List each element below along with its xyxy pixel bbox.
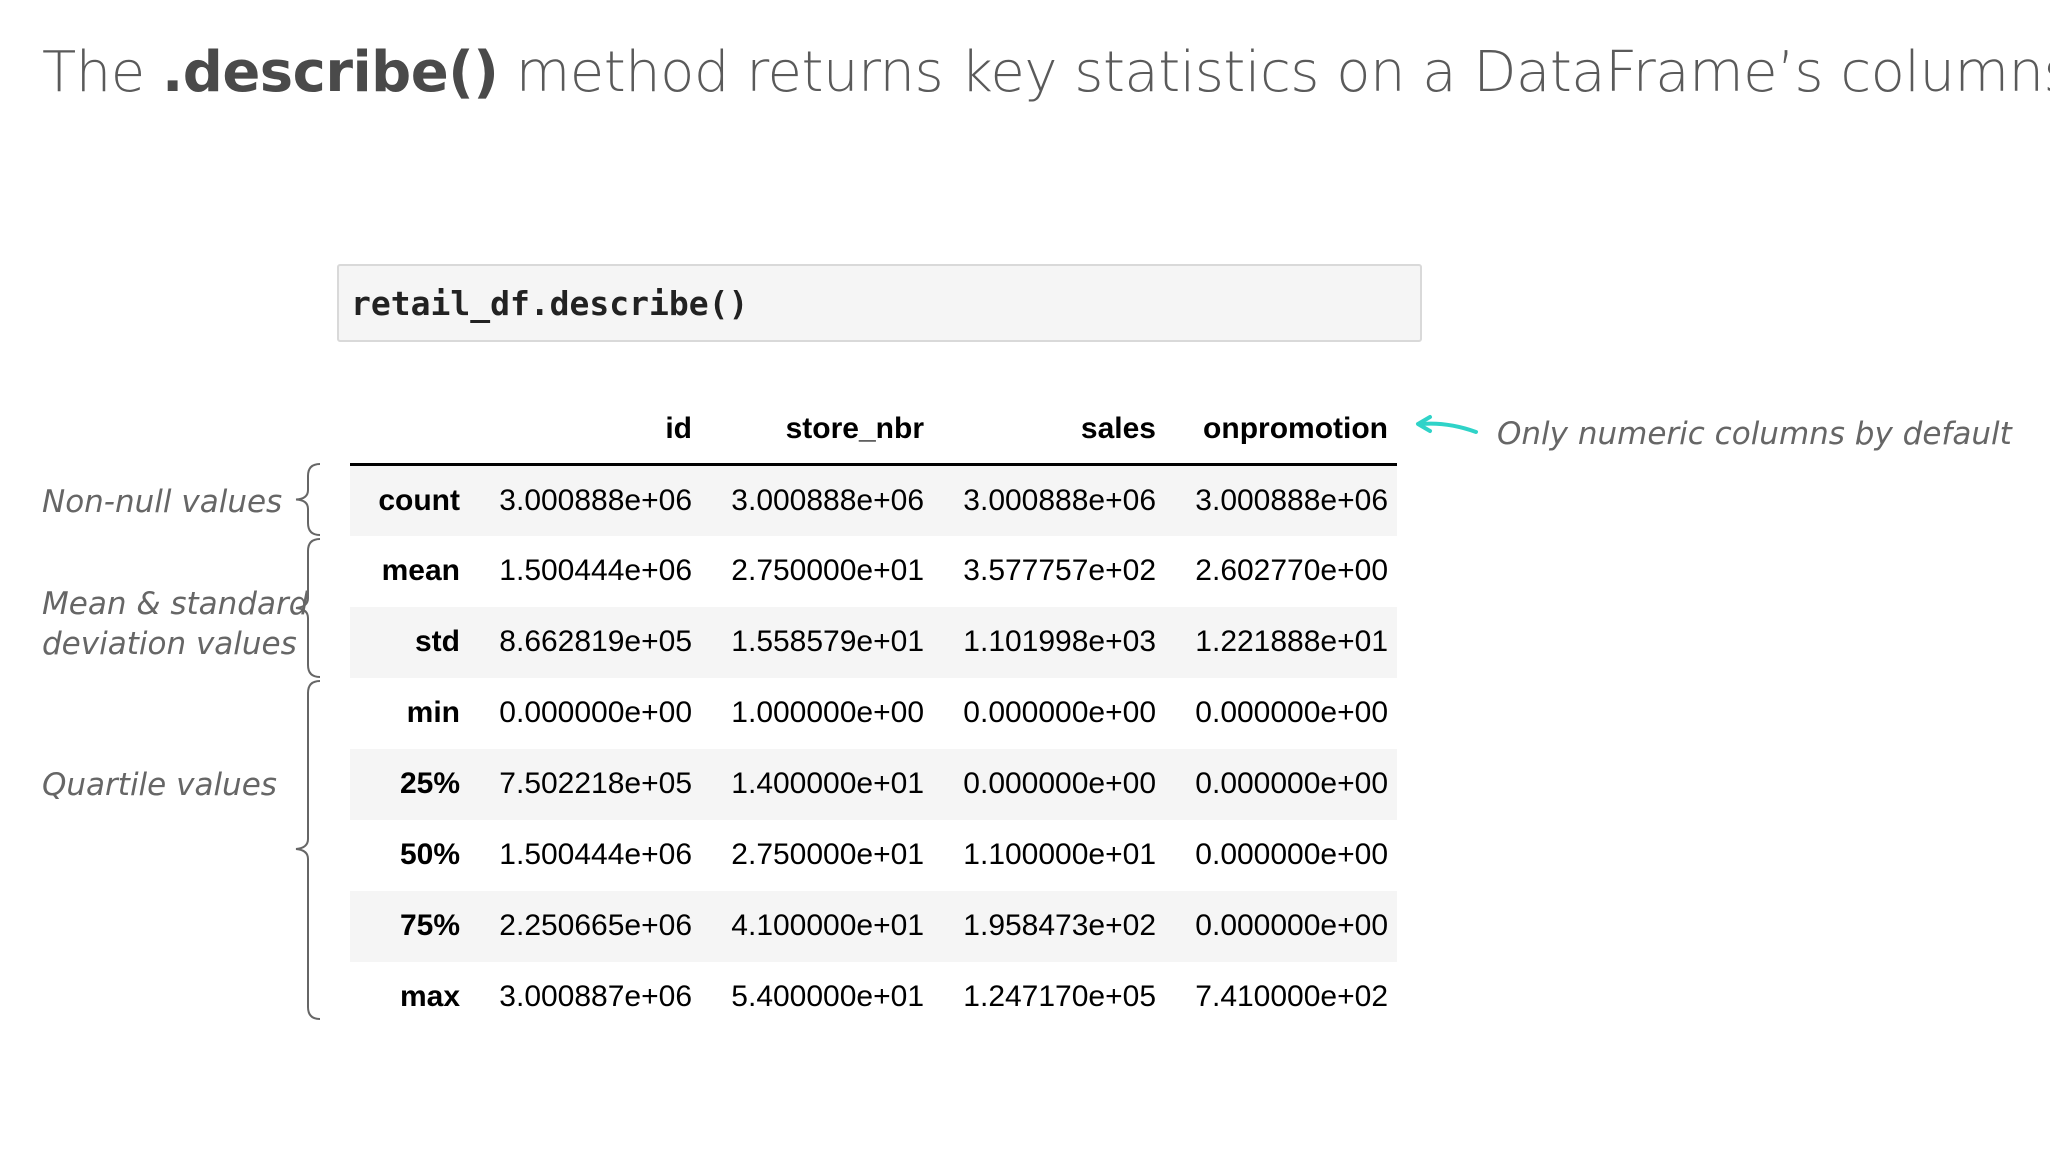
table-cell: 7.410000e+02 — [1195, 980, 1388, 1013]
table-cell: 3.000888e+06 — [1195, 483, 1388, 517]
table-row: std 8.662819e+05 1.558579e+01 1.101998e+… — [350, 606, 1397, 678]
brace-non-null — [295, 463, 321, 536]
table-cell: 3.577757e+02 — [963, 554, 1156, 587]
row-label: std — [415, 625, 460, 658]
arrow-icon — [1416, 415, 1478, 434]
table-cell: 2.602770e+00 — [1195, 554, 1388, 587]
table-row: min 0.000000e+00 1.000000e+00 0.000000e+… — [350, 678, 1397, 749]
table-cell: 3.000888e+06 — [499, 483, 692, 517]
table-cell: 0.000000e+00 — [499, 696, 692, 729]
table-cell: 3.000887e+06 — [499, 980, 692, 1013]
table-cell: 3.000888e+06 — [963, 483, 1156, 517]
table-cell: 1.000000e+00 — [731, 696, 924, 729]
table-cell: 0.000000e+00 — [1195, 909, 1388, 942]
row-label: count — [378, 483, 460, 517]
row-label: 75% — [399, 909, 460, 942]
code-text: retail_df.describe() — [351, 284, 749, 323]
brace-quartile — [295, 680, 321, 1020]
table-cell: 1.221888e+01 — [1195, 625, 1388, 658]
table-cell: 3.000888e+06 — [731, 483, 924, 517]
describe-output-table: id store_nbr sales onpromotion count 3.0… — [350, 395, 1397, 1033]
row-label: 25% — [399, 767, 460, 800]
table-cell: 0.000000e+00 — [963, 767, 1156, 800]
table-cell: 2.250665e+06 — [499, 909, 692, 942]
table-cell: 1.247170e+05 — [963, 980, 1156, 1013]
table-cell: 4.100000e+01 — [731, 909, 924, 942]
table-cell: 0.000000e+00 — [1195, 838, 1388, 871]
table-row: 25% 7.502218e+05 1.400000e+01 0.000000e+… — [350, 748, 1397, 820]
table-header-row: id store_nbr sales onpromotion — [350, 395, 1397, 466]
annotation-quartile: Quartile values — [42, 767, 277, 803]
row-label: min — [406, 696, 460, 729]
table-cell: 1.500444e+06 — [499, 554, 692, 587]
table-header-sales: sales — [933, 395, 1165, 466]
table-cell: 5.400000e+01 — [731, 980, 924, 1013]
code-cell: retail_df.describe() — [337, 264, 1422, 342]
table-cell: 0.000000e+00 — [963, 696, 1156, 729]
title-method: .describe() — [161, 40, 499, 105]
table-cell: 1.101998e+03 — [963, 625, 1156, 658]
table-cell: 0.000000e+00 — [1195, 696, 1388, 729]
table-row: 75% 2.250665e+06 4.100000e+01 1.958473e+… — [350, 890, 1397, 962]
table-cell: 1.100000e+01 — [963, 838, 1156, 871]
slide-title: The .describe() method returns key stati… — [42, 40, 2050, 105]
annotation-mean-std: Mean & standard deviation values — [42, 584, 308, 664]
table-header-onpromotion: onpromotion — [1165, 395, 1397, 466]
title-suffix: method returns key statistics on a DataF… — [498, 40, 2050, 105]
table-cell: 7.502218e+05 — [499, 767, 692, 800]
title-prefix: The — [42, 40, 162, 105]
table-cell: 8.662819e+05 — [499, 625, 692, 658]
table-row: max 3.000887e+06 5.400000e+01 1.247170e+… — [350, 962, 1397, 1033]
row-label: mean — [381, 554, 460, 587]
table-cell: 2.750000e+01 — [731, 554, 924, 587]
table-header-store-nbr: store_nbr — [701, 395, 933, 466]
table-cell: 1.958473e+02 — [963, 909, 1156, 942]
table-header-id: id — [469, 395, 701, 466]
row-label: max — [399, 980, 460, 1013]
annotation-non-null: Non-null values — [42, 484, 283, 520]
table-row: mean 1.500444e+06 2.750000e+01 3.577757e… — [350, 536, 1397, 607]
annotation-mean-std-line1: Mean & standard — [42, 586, 309, 622]
annotation-numeric-note: Only numeric columns by default — [1497, 416, 2012, 452]
table-row: 50% 1.500444e+06 2.750000e+01 1.100000e+… — [350, 820, 1397, 891]
brace-mean-std — [295, 538, 321, 678]
table-cell: 1.558579e+01 — [731, 625, 924, 658]
table-cell: 1.500444e+06 — [499, 838, 692, 871]
table-cell: 0.000000e+00 — [1195, 767, 1388, 800]
annotation-mean-std-line2: deviation values — [42, 626, 297, 662]
table-cell: 2.750000e+01 — [731, 838, 924, 871]
table-cell: 1.400000e+01 — [731, 767, 924, 800]
table-row: count 3.000888e+06 3.000888e+06 3.000888… — [350, 464, 1397, 536]
table-header-index — [350, 395, 469, 466]
row-label: 50% — [399, 838, 460, 871]
